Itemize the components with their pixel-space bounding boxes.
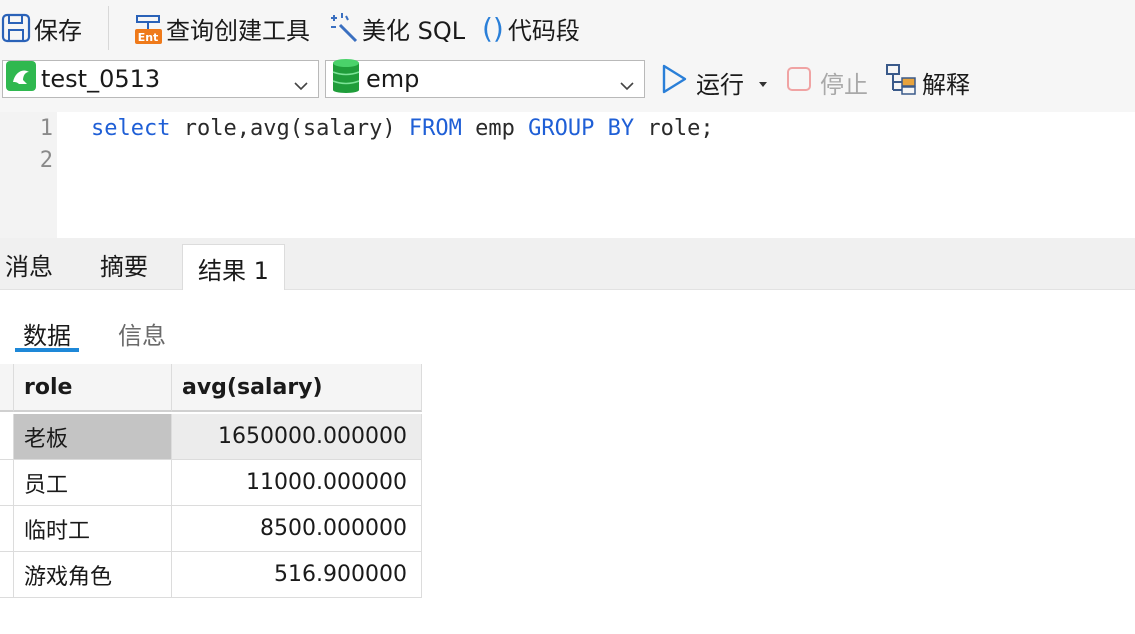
tab-summary-label: 摘要 bbox=[100, 252, 148, 281]
table-cell-role[interactable]: 游戏角色 bbox=[14, 552, 172, 598]
explain-label: 解释 bbox=[922, 70, 970, 99]
run-label: 运行 bbox=[696, 70, 744, 99]
database-value: emp bbox=[366, 65, 420, 93]
sql-code-line[interactable]: select role,avg(salary) FROM emp GROUP B… bbox=[91, 116, 714, 141]
table-cell-avg-salary[interactable]: 11000.000000 bbox=[172, 460, 422, 506]
column-header-label: avg(salary) bbox=[182, 374, 323, 400]
connection-icon bbox=[5, 60, 37, 98]
connection-bar: test_0513 emp 运行 停止 解释 bbox=[0, 56, 1135, 112]
row-marker[interactable] bbox=[0, 506, 14, 552]
table-cell-role[interactable]: 员工 bbox=[14, 460, 172, 506]
sql-keyword: GROUP BY bbox=[528, 116, 635, 141]
tab-data[interactable]: 数据 bbox=[23, 316, 71, 351]
row-marker[interactable] bbox=[0, 414, 14, 460]
sql-text: emp bbox=[461, 116, 529, 141]
column-header-role[interactable]: role bbox=[14, 364, 172, 412]
tab-messages-label: 消息 bbox=[5, 252, 53, 281]
table-cell-role[interactable]: 临时工 bbox=[14, 506, 172, 552]
row-header-corner bbox=[0, 364, 14, 412]
tab-summary[interactable]: 摘要 bbox=[100, 238, 148, 290]
table-cell-avg-salary[interactable]: 1650000.000000 bbox=[172, 414, 422, 460]
chevron-down-icon bbox=[620, 71, 634, 99]
save-label: 保存 bbox=[34, 16, 82, 45]
table-cell-avg-salary[interactable]: 516.900000 bbox=[172, 552, 422, 598]
main-toolbar: 保存 Ent 查询创建工具 美化 SQL () 代码段 bbox=[0, 0, 1135, 56]
tab-result-label: 结果 1 bbox=[198, 256, 269, 285]
explain-icon bbox=[884, 62, 918, 102]
connection-value: test_0513 bbox=[41, 65, 161, 93]
parentheses-icon: () bbox=[482, 11, 504, 45]
table-cell-avg-salary[interactable]: 8500.000000 bbox=[172, 506, 422, 552]
chevron-down-icon bbox=[294, 71, 308, 99]
query-builder-button[interactable]: Ent 查询创建工具 bbox=[132, 8, 310, 48]
line-number: 2 bbox=[39, 148, 53, 173]
caret-down-icon bbox=[756, 68, 770, 96]
svg-text:Ent: Ent bbox=[138, 31, 159, 44]
save-button[interactable]: 保存 bbox=[0, 8, 82, 48]
sql-text: role,avg(salary) bbox=[170, 116, 409, 141]
sql-text: role; bbox=[634, 116, 714, 141]
stop-button[interactable]: 停止 bbox=[786, 62, 868, 102]
tab-info-label: 信息 bbox=[118, 322, 166, 350]
query-builder-icon: Ent bbox=[132, 10, 166, 46]
beautify-sql-button[interactable]: 美化 SQL bbox=[328, 8, 465, 48]
sql-keyword: select bbox=[91, 116, 171, 141]
stop-label: 停止 bbox=[820, 70, 868, 99]
beautify-sql-label: 美化 SQL bbox=[362, 16, 466, 45]
column-header-avg-salary[interactable]: avg(salary) bbox=[172, 364, 422, 412]
stop-icon bbox=[786, 66, 812, 98]
tab-result-1[interactable]: 结果 1 bbox=[182, 244, 285, 291]
tab-messages[interactable]: 消息 bbox=[5, 238, 53, 290]
code-snippet-button[interactable]: () 代码段 bbox=[482, 8, 580, 48]
sql-keyword: FROM bbox=[408, 116, 462, 141]
line-number: 1 bbox=[39, 116, 53, 141]
sql-editor[interactable]: 1 2 select role,avg(salary) FROM emp GRO… bbox=[0, 112, 1135, 238]
tab-info[interactable]: 信息 bbox=[118, 316, 166, 351]
code-snippet-label: 代码段 bbox=[507, 16, 580, 45]
result-subtabs: 数据 信息 bbox=[0, 290, 1135, 364]
query-builder-label: 查询创建工具 bbox=[166, 16, 310, 45]
line-number-gutter: 1 2 bbox=[0, 112, 57, 238]
save-icon bbox=[0, 11, 34, 45]
result-tab-bar: 消息 摘要 结果 1 bbox=[0, 238, 1135, 291]
active-tab-indicator bbox=[15, 348, 79, 352]
row-marker[interactable] bbox=[0, 552, 14, 598]
play-icon bbox=[660, 64, 688, 100]
row-marker[interactable] bbox=[0, 460, 14, 506]
tab-data-label: 数据 bbox=[23, 322, 71, 350]
run-button[interactable]: 运行 bbox=[660, 62, 744, 102]
explain-button[interactable]: 解释 bbox=[884, 62, 970, 102]
table-cell-role[interactable]: 老板 bbox=[14, 414, 172, 460]
toolbar-divider bbox=[108, 6, 109, 50]
column-header-label: role bbox=[24, 374, 73, 400]
database-select[interactable]: emp bbox=[325, 59, 645, 99]
database-icon bbox=[332, 59, 360, 99]
magic-wand-icon bbox=[328, 11, 362, 45]
run-options-dropdown[interactable] bbox=[756, 62, 770, 102]
connection-select[interactable]: test_0513 bbox=[2, 60, 319, 98]
